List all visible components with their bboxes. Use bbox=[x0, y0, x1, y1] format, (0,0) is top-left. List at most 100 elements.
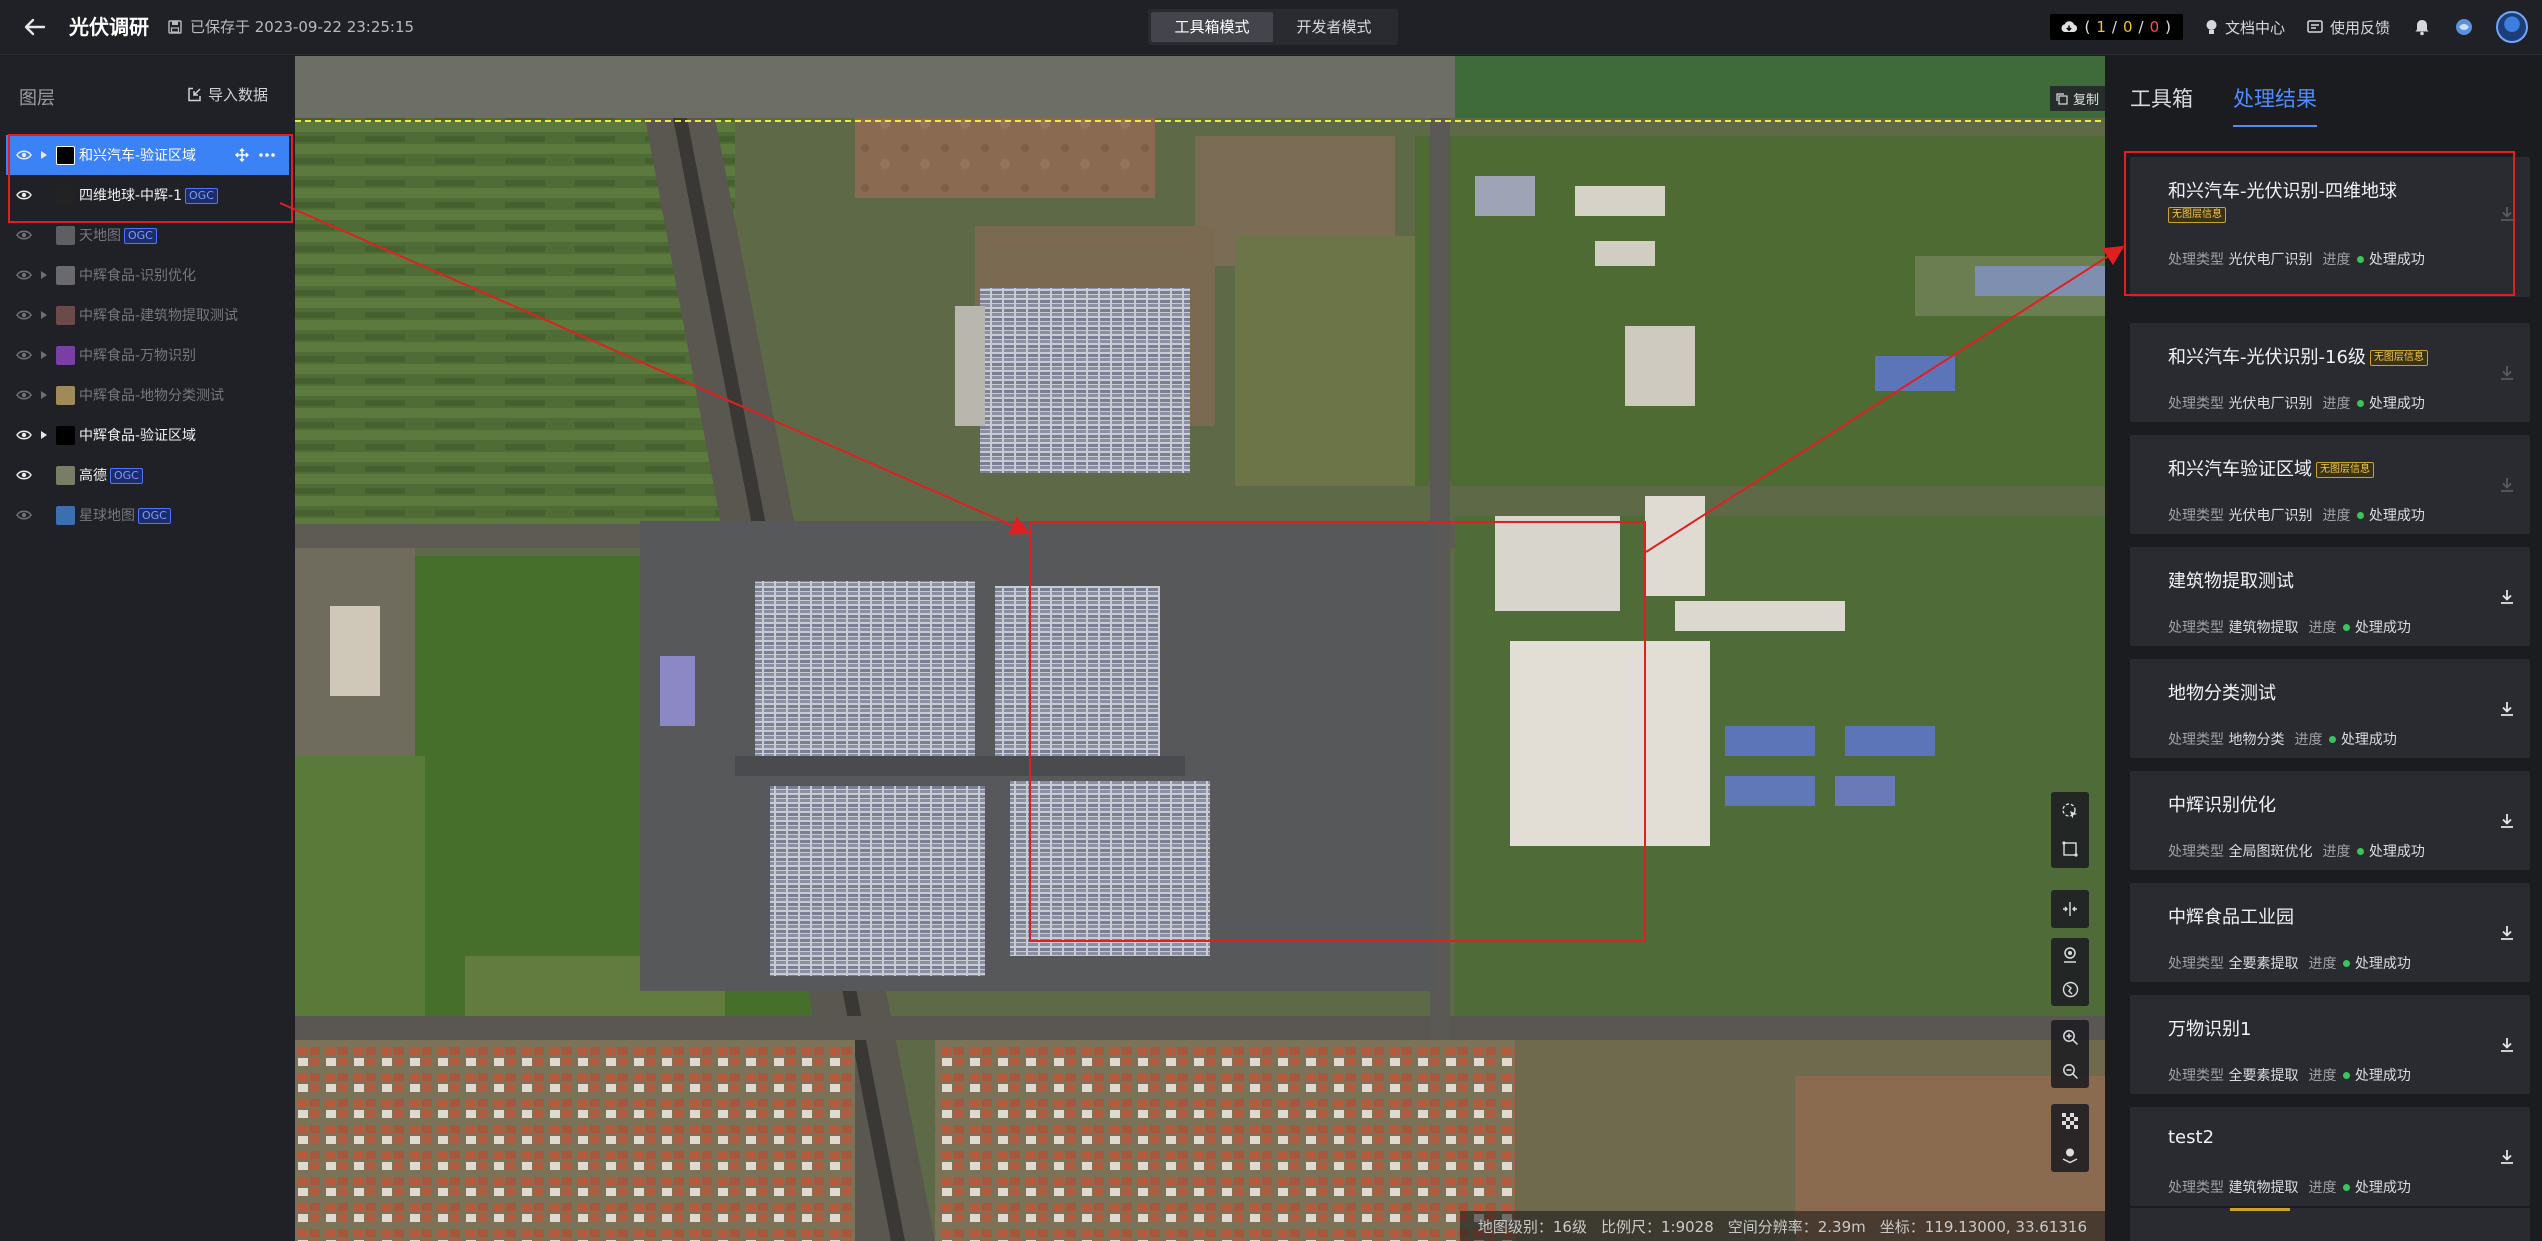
layer-stack-button[interactable] bbox=[2051, 1138, 2089, 1172]
map-coordinates: 坐标：119.13000, 33.61316 bbox=[1879, 1217, 2087, 1236]
basemap-toggle-button[interactable] bbox=[2051, 1104, 2089, 1138]
download-icon[interactable] bbox=[2498, 205, 2516, 223]
download-icon[interactable] bbox=[2498, 924, 2516, 942]
eye-icon[interactable] bbox=[16, 229, 32, 241]
developer-mode-button[interactable]: 开发者模式 bbox=[1273, 12, 1395, 42]
map-tool-group-1 bbox=[2051, 792, 2089, 868]
result-card[interactable]: 中辉食品工业园 处理类型 全要素提取 进度 处理成功 bbox=[2130, 883, 2530, 982]
satellite-imagery bbox=[295, 56, 2105, 1241]
success-dot bbox=[2342, 624, 2350, 631]
result-type: 建筑物提取 bbox=[2228, 1180, 2299, 1196]
result-card[interactable]: 和兴汽车-光伏识别-16级 无图层信息 处理类型 光伏电厂识别 进度 处理成功 bbox=[2130, 323, 2530, 422]
result-status: 处理成功 bbox=[2368, 844, 2425, 860]
layer-name: 星球地图 OGC bbox=[79, 505, 171, 525]
layer-row[interactable]: 高德 OGC bbox=[6, 455, 289, 495]
eye-icon[interactable] bbox=[16, 349, 32, 361]
globe-button[interactable] bbox=[2051, 972, 2089, 1006]
result-title: 地物分类测试 bbox=[2168, 679, 2276, 705]
bell-icon[interactable] bbox=[2412, 17, 2432, 37]
download-icon[interactable] bbox=[2498, 364, 2516, 382]
layer-row[interactable]: 中辉食品-验证区域 bbox=[6, 415, 289, 455]
layer-name: 中辉食品-建筑物提取测试 bbox=[79, 305, 238, 325]
user-avatar[interactable] bbox=[2496, 11, 2528, 43]
import-data-label: 导入数据 bbox=[208, 86, 269, 104]
checker-grid-icon bbox=[2062, 1113, 2078, 1129]
layer-row[interactable]: 四维地球-中辉-1 OGC bbox=[6, 175, 289, 215]
eye-icon[interactable] bbox=[16, 469, 32, 481]
zoom-out-button[interactable] bbox=[2051, 1054, 2089, 1088]
eye-icon[interactable] bbox=[16, 389, 32, 401]
caret-right-icon[interactable] bbox=[40, 310, 48, 320]
download-icon[interactable] bbox=[2498, 476, 2516, 494]
eye-icon[interactable] bbox=[16, 149, 32, 161]
task-counter[interactable]: (1 / 0 / 0) bbox=[2050, 14, 2183, 40]
doc-center-link[interactable]: 文档中心 bbox=[2205, 17, 2285, 38]
eye-icon[interactable] bbox=[16, 269, 32, 281]
import-data-button[interactable]: 导入数据 bbox=[187, 84, 268, 105]
download-icon[interactable] bbox=[2498, 700, 2516, 718]
ogc-tag: OGC bbox=[110, 468, 143, 484]
split-compare-button[interactable] bbox=[2051, 890, 2089, 928]
download-icon[interactable] bbox=[2498, 812, 2516, 830]
result-card[interactable]: 地物分类测试处理类型 地物分类 进度 处理成功 bbox=[2130, 659, 2530, 758]
feedback-link[interactable]: 使用反馈 bbox=[2307, 17, 2390, 38]
result-type: 光伏电厂识别 bbox=[2228, 508, 2313, 524]
location-button[interactable] bbox=[2051, 938, 2089, 972]
download-icon[interactable] bbox=[2498, 1036, 2516, 1054]
result-meta: 处理类型 地物分类 进度 处理成功 bbox=[2168, 729, 2407, 749]
caret-right-icon[interactable] bbox=[40, 150, 48, 160]
map-canvas[interactable]: 复制 地图级别：16级 比例尺：1:9028 空间分辨率：2.39m 坐标：11… bbox=[295, 56, 2105, 1241]
result-card[interactable]: 和兴汽车-光伏识别-四维地球 无图层信息 处理类型 光伏电厂识别 进度 处理成功 bbox=[2130, 157, 2530, 297]
tab-results[interactable]: 处理结果 bbox=[2233, 83, 2317, 127]
task-success-count: 1 bbox=[2096, 18, 2106, 36]
layer-row[interactable]: 和兴汽车-验证区域 bbox=[6, 135, 289, 175]
eye-icon[interactable] bbox=[16, 509, 32, 521]
result-card[interactable]: 建筑物提取测试 处理类型 建筑物提取 进度 处理成功 bbox=[2130, 547, 2530, 646]
map-status-bar: 地图级别：16级 比例尺：1:9028 空间分辨率：2.39m 坐标：119.1… bbox=[1459, 1211, 2105, 1241]
caret-right-icon[interactable] bbox=[40, 350, 48, 360]
result-card[interactable]: 和兴汽车验证区域 无图层信息 处理类型 光伏电厂识别 进度 处理成功 bbox=[2130, 435, 2530, 534]
layer-row[interactable]: 中辉食品-建筑物提取测试 bbox=[6, 295, 289, 335]
caret-right-icon[interactable] bbox=[40, 270, 48, 280]
layer-name: 中辉食品-地物分类测试 bbox=[79, 385, 224, 405]
copy-icon bbox=[2056, 92, 2068, 105]
success-dot bbox=[2328, 736, 2336, 743]
task-failed-count: 0 bbox=[2149, 18, 2160, 36]
eye-icon[interactable] bbox=[16, 189, 32, 201]
progress-label: 进度 bbox=[2294, 732, 2323, 748]
back-arrow-icon[interactable] bbox=[22, 14, 48, 40]
caret-right-icon[interactable] bbox=[40, 390, 48, 400]
result-card-partial[interactable] bbox=[2130, 1208, 2530, 1241]
caret-right-icon[interactable] bbox=[40, 430, 48, 440]
feedback-label: 使用反馈 bbox=[2329, 18, 2390, 37]
layer-row[interactable]: 天地图 OGC bbox=[6, 215, 289, 255]
result-card[interactable]: 万物识别1 处理类型 全要素提取 进度 处理成功 bbox=[2130, 995, 2530, 1094]
toolbox-mode-button[interactable]: 工具箱模式 bbox=[1151, 12, 1273, 42]
result-title: 和兴汽车验证区域 无图层信息 bbox=[2168, 455, 2374, 481]
eye-icon[interactable] bbox=[16, 429, 32, 441]
download-icon[interactable] bbox=[2498, 588, 2516, 606]
tab-toolbox[interactable]: 工具箱 bbox=[2130, 83, 2193, 127]
layer-row[interactable]: 星球地图 OGC bbox=[6, 495, 289, 535]
download-icon[interactable] bbox=[2498, 1148, 2516, 1166]
layer-row[interactable]: 中辉食品-地物分类测试 bbox=[6, 375, 289, 415]
language-icon[interactable] bbox=[2454, 17, 2474, 37]
layer-name-text: 中辉食品-地物分类测试 bbox=[79, 388, 225, 404]
save-status: 已保存于 2023-09-22 23:25:15 bbox=[168, 15, 414, 39]
eye-icon[interactable] bbox=[16, 309, 32, 321]
more-icon[interactable] bbox=[259, 153, 275, 157]
type-label: 处理类型 bbox=[2168, 620, 2224, 636]
layer-row[interactable]: 中辉食品-万物识别 bbox=[6, 335, 289, 375]
zoom-in-button[interactable] bbox=[2051, 1020, 2089, 1054]
copy-button[interactable]: 复制 bbox=[2049, 86, 2105, 111]
project-title: 光伏调研 bbox=[69, 15, 149, 39]
result-title: 建筑物提取测试 bbox=[2168, 567, 2294, 593]
map-tool-group-2 bbox=[2051, 890, 2089, 928]
crop-tool-button[interactable] bbox=[2051, 830, 2089, 868]
layer-row[interactable]: 中辉食品-识别优化 bbox=[6, 255, 289, 295]
result-card[interactable]: 中辉识别优化 处理类型 全局图斑优化 进度 处理成功 bbox=[2130, 771, 2530, 870]
results-tabs: 工具箱 处理结果 bbox=[2130, 83, 2317, 127]
select-tool-button[interactable] bbox=[2051, 792, 2089, 830]
result-card[interactable]: test2 处理类型 建筑物提取 进度 处理成功 bbox=[2130, 1107, 2530, 1206]
move-icon[interactable] bbox=[235, 148, 249, 162]
